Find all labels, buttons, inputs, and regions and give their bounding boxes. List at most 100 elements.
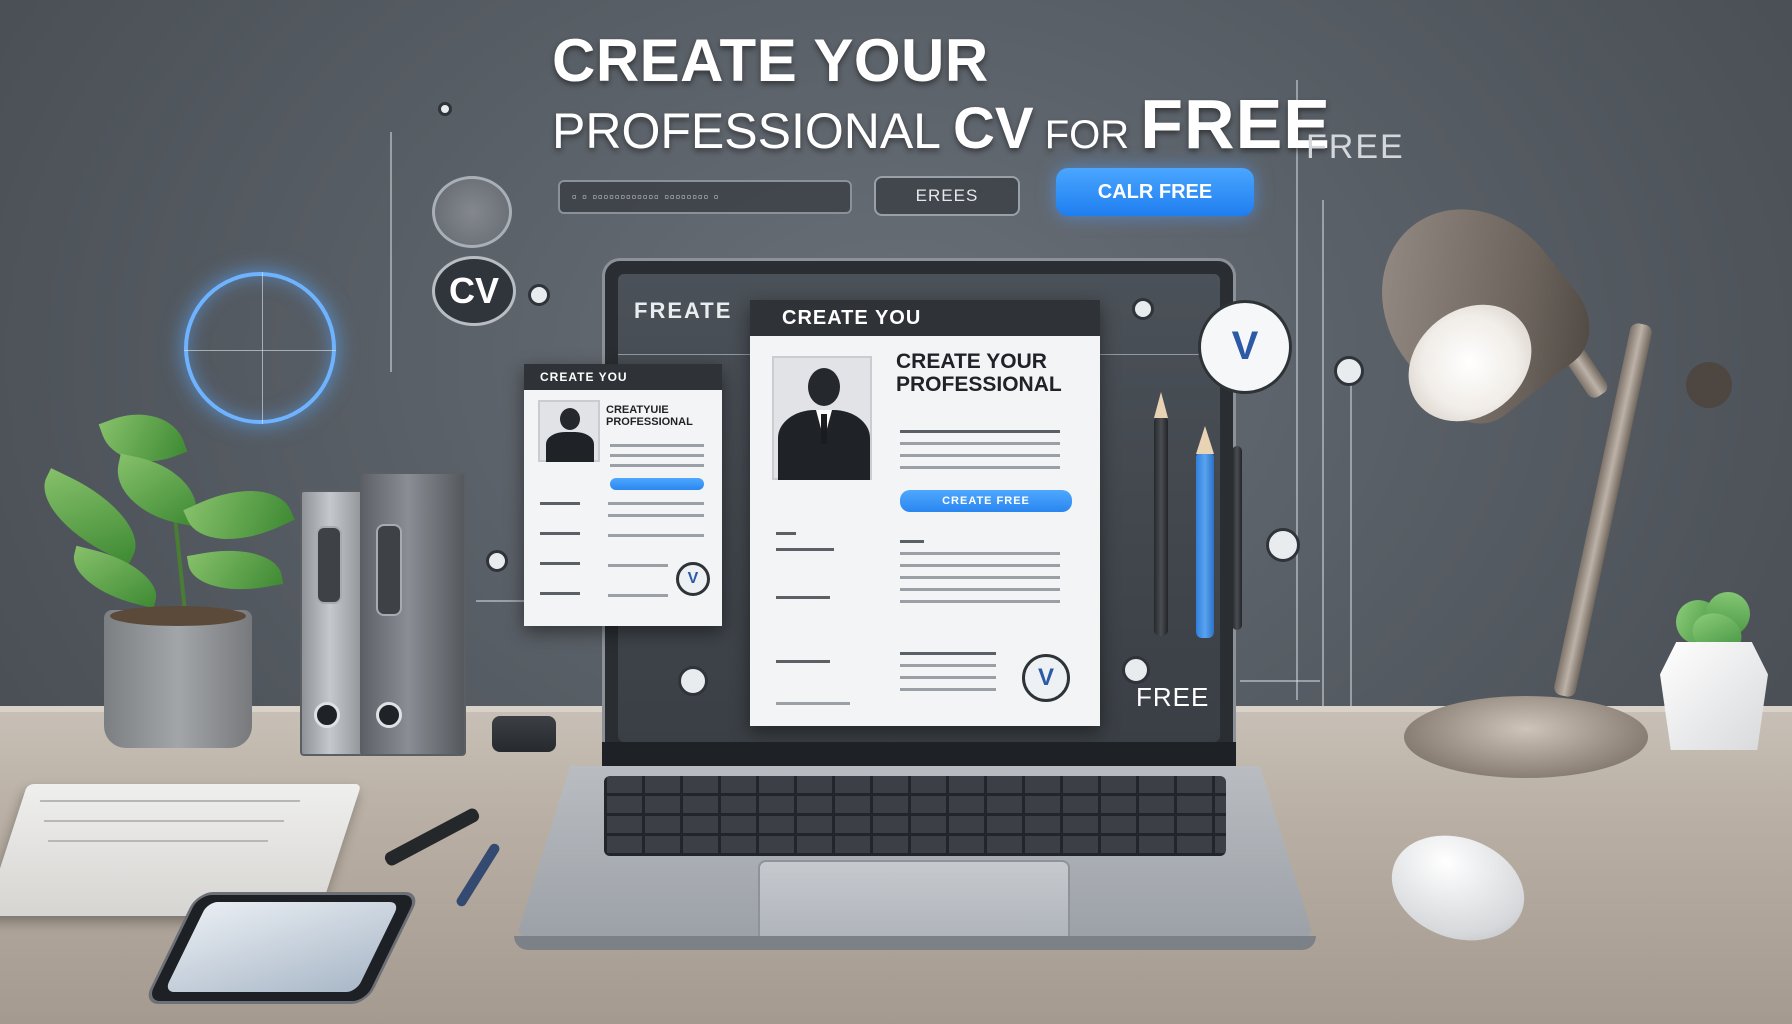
main-doc-title: CREATE YOUR PROFESSIONAL (896, 350, 1086, 396)
laptop-hinge (602, 742, 1236, 766)
glass-ring-icon (432, 176, 512, 248)
plant-leaf (186, 540, 284, 600)
text-line (608, 564, 668, 567)
text-line (540, 562, 580, 565)
plant-leaf (183, 470, 295, 560)
url-bar[interactable]: ▫ ▫ ▫▫▫▫▫▫▫▫▫▫▫▫ ▫▫▫▫▫▫▫▫ ▫ (558, 180, 852, 214)
headline-free: FREE (1140, 85, 1331, 163)
ghost-button[interactable]: EREES (874, 176, 1020, 216)
dot-icon (1122, 656, 1150, 684)
text-line (608, 514, 704, 517)
avatar (808, 368, 840, 406)
small-doc-photo (538, 400, 600, 462)
dot-icon (438, 102, 452, 116)
laptop-trackpad[interactable] (758, 860, 1070, 944)
main-doc-photo (772, 356, 872, 480)
pencil (1154, 416, 1168, 636)
wall-line (1240, 680, 1320, 682)
dot-icon (1132, 298, 1154, 320)
screen-free-label: FREE (1136, 682, 1210, 712)
dot-icon (486, 550, 508, 572)
text-line (900, 430, 1060, 433)
headline-for: FOR (1033, 113, 1141, 157)
scene: CREATE YOUR PROFESSIONAL CV FOR FREE ▫ ▫… (0, 0, 1792, 1024)
text-line (900, 442, 1060, 445)
plant-pot (104, 610, 252, 748)
text-line (608, 502, 704, 505)
notebook-line (39, 800, 301, 802)
main-doc-create-button[interactable]: CREATE FREE (900, 490, 1072, 512)
avatar-body (546, 432, 594, 462)
doc-top-band (750, 300, 1100, 310)
binder-ring-icon (376, 702, 402, 728)
text-line (900, 688, 996, 691)
avatar-tie (821, 414, 827, 444)
text-line (608, 594, 668, 597)
small-doc-button[interactable] (610, 478, 704, 490)
text-line (900, 466, 1060, 469)
text-line (900, 552, 1060, 555)
headline-line2: PROFESSIONAL CV FOR FREE (552, 89, 1330, 165)
text-line (776, 596, 830, 599)
pencil (1232, 446, 1242, 630)
text-line (900, 676, 996, 679)
headline-cv: CV (953, 96, 1034, 161)
small-cv-document: CREATE YOU CREATYUIE PROFESSIONAL V (524, 364, 722, 626)
lamp-joint (1686, 362, 1732, 408)
dot-icon (1334, 356, 1364, 386)
binder-label (316, 526, 342, 604)
text-line (540, 592, 580, 595)
dot-icon (1266, 528, 1300, 562)
text-line (900, 454, 1060, 457)
wall-line (1350, 380, 1352, 710)
text-line (610, 464, 704, 467)
main-doc-title-line2: PROFESSIONAL (896, 373, 1062, 397)
notebook-line (43, 820, 285, 822)
desk-puck (492, 716, 556, 752)
side-free-label: FREE (1306, 128, 1405, 166)
cv-circle-icon: CV (432, 256, 516, 326)
laptop-keyboard (604, 776, 1226, 856)
text-line (900, 652, 996, 655)
headline-professional: PROFESSIONAL (552, 103, 954, 159)
main-cv-document: CREATE YOU CREATE YOUR PROFESSIONAL CREA… (750, 300, 1100, 726)
wall-line (1322, 200, 1324, 708)
text-line (608, 534, 704, 537)
text-line (540, 532, 580, 535)
text-line (610, 444, 704, 447)
text-line (900, 664, 996, 667)
pencil (1196, 452, 1214, 638)
cta-button[interactable]: CALR FREE (1056, 168, 1254, 216)
wall-line (1296, 80, 1298, 700)
v-check-icon: V (1198, 300, 1292, 394)
succulent-pot (1660, 642, 1768, 750)
binder-ring-icon (314, 702, 340, 728)
small-doc-header: CREATE YOU (524, 364, 722, 390)
binder-label (376, 524, 402, 616)
main-doc-title-line1: CREATE YOUR (896, 350, 1047, 373)
text-line (776, 548, 834, 551)
v-check-icon: V (1022, 654, 1070, 702)
plant-soil (110, 606, 246, 626)
text-line (900, 576, 1060, 579)
text-line (776, 702, 850, 705)
dot-icon (678, 666, 708, 696)
text-line (900, 540, 924, 543)
v-check-icon: V (676, 562, 710, 596)
text-line (776, 660, 830, 663)
wall-line (390, 132, 392, 372)
dot-icon (528, 284, 550, 306)
screen-corner-label: FREATE (634, 298, 733, 323)
text-line (776, 532, 796, 535)
laptop-base-front (514, 936, 1316, 950)
small-doc-title: CREATYUIE PROFESSIONAL (606, 404, 693, 429)
text-line (900, 588, 1060, 591)
crosshair-ring-icon (184, 272, 336, 424)
avatar (560, 408, 580, 430)
headline: CREATE YOUR PROFESSIONAL CV FOR FREE (552, 28, 1330, 165)
text-line (900, 600, 1060, 603)
notebook-line (47, 840, 269, 842)
text-line (540, 502, 580, 505)
lamp-base (1404, 696, 1648, 778)
text-line (610, 454, 704, 457)
